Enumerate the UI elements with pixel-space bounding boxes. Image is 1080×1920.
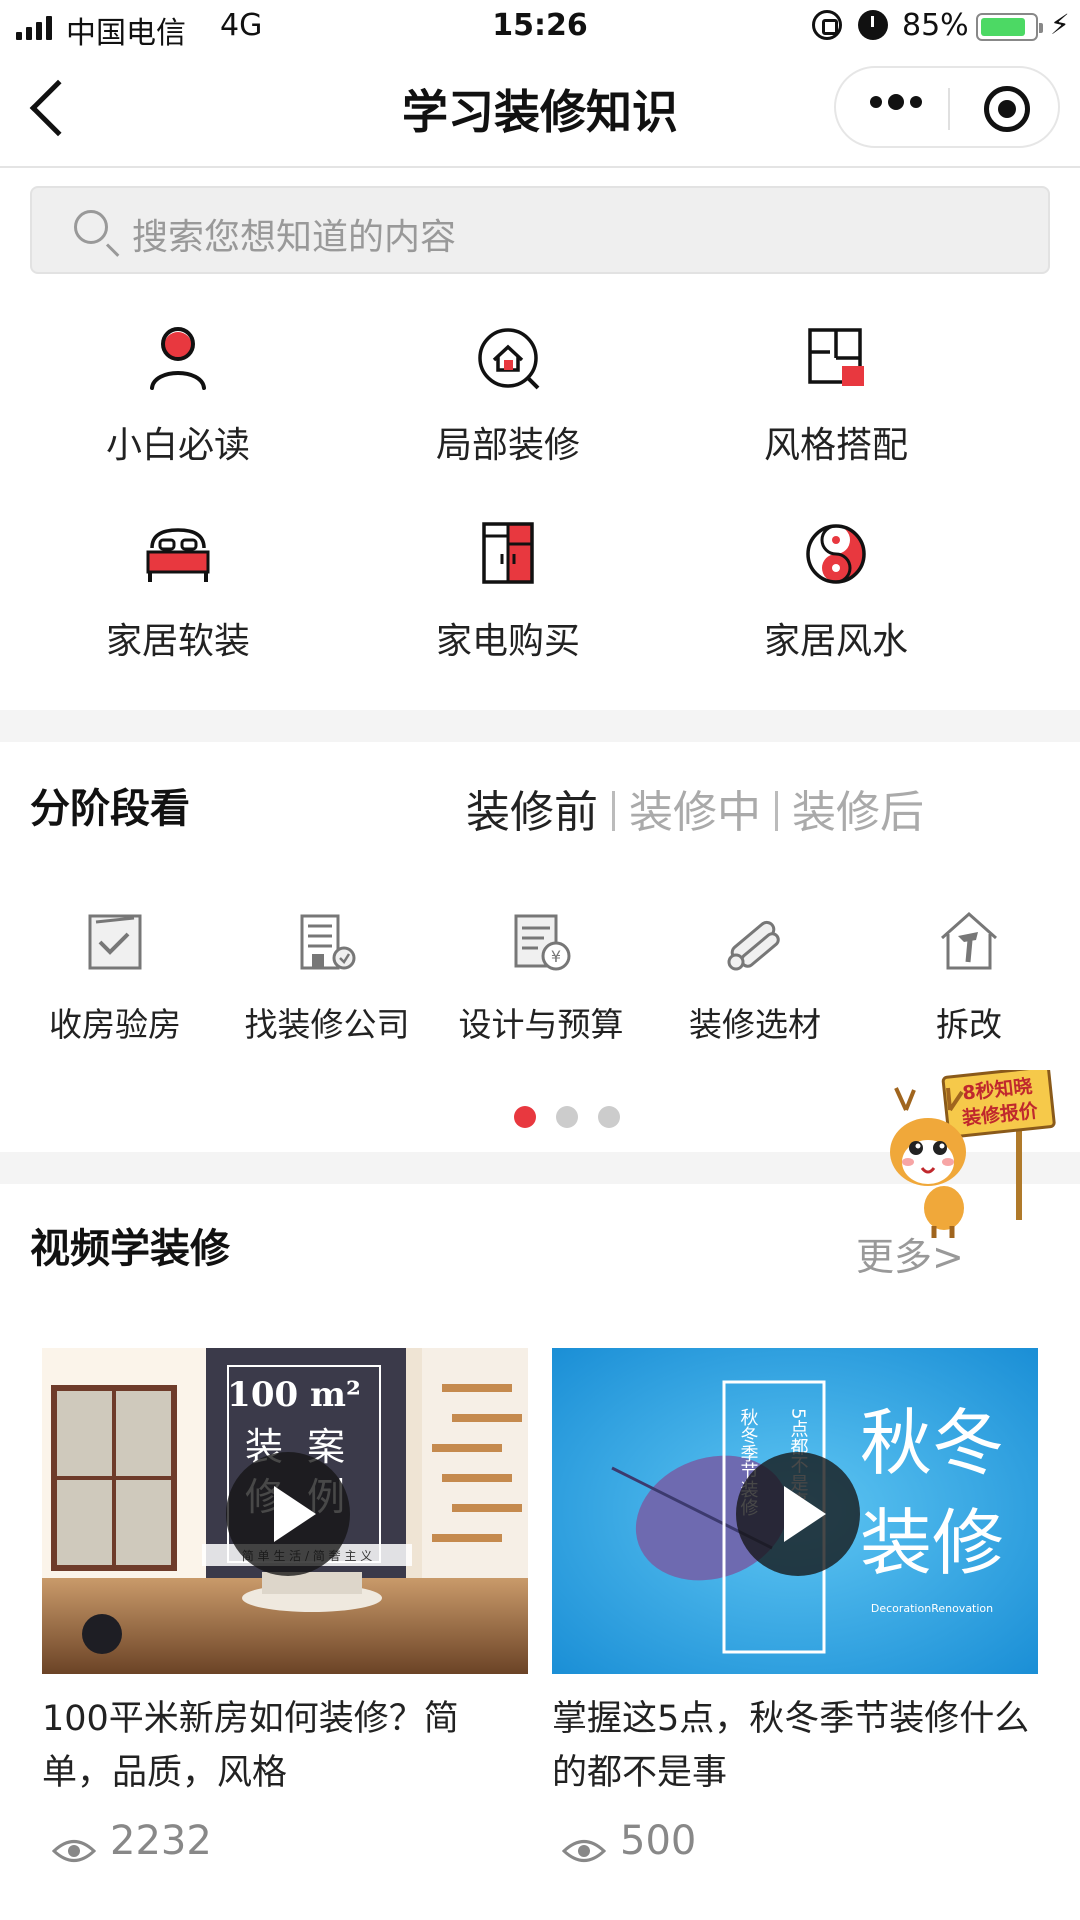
checklist-icon bbox=[80, 906, 150, 976]
stage-item-inspection[interactable]: 收房验房 bbox=[10, 906, 220, 1046]
stage-label: 装修选材 bbox=[689, 1005, 821, 1044]
category-item-appliance[interactable]: 家电购买 bbox=[378, 514, 638, 664]
capsule-divider bbox=[948, 88, 950, 130]
video-title[interactable]: 100平米新房如何装修？简单，品质，风格 bbox=[42, 1692, 528, 1800]
more-icon[interactable] bbox=[870, 94, 922, 110]
video-card[interactable]: 秋冬季节装修 5点都不是事 秋冬 装修 DecorationRenovation… bbox=[552, 1348, 1038, 1864]
category-label: 家居软装 bbox=[105, 621, 250, 662]
stage-label: 设计与预算 bbox=[458, 1005, 624, 1044]
carousel-dot[interactable] bbox=[556, 1106, 578, 1128]
carousel-dot-active[interactable] bbox=[514, 1106, 536, 1128]
eye-icon bbox=[51, 1828, 97, 1862]
videos-more-link[interactable]: 更多> bbox=[856, 1226, 964, 1281]
video-thumbnail[interactable]: 秋冬季节装修 5点都不是事 秋冬 装修 DecorationRenovation bbox=[552, 1348, 1038, 1674]
section-divider bbox=[0, 710, 1080, 742]
search-placeholder: 搜索您想知道的内容 bbox=[132, 217, 457, 258]
thumb-caption: DecorationRenovation bbox=[871, 1602, 993, 1615]
stage-label: 找装修公司 bbox=[244, 1005, 410, 1044]
thumb-text-big2: 装修 bbox=[860, 1501, 1004, 1585]
category-label: 风格搭配 bbox=[763, 425, 908, 466]
view-count-value: 500 bbox=[620, 1818, 697, 1864]
yinyang-icon bbox=[796, 514, 876, 594]
stage-item-materials[interactable]: 装修选材 bbox=[650, 906, 860, 1046]
view-count-value: 2232 bbox=[110, 1818, 212, 1864]
stage-label: 收房验房 bbox=[49, 1005, 181, 1044]
house-icon bbox=[468, 318, 548, 398]
view-count: 500 bbox=[552, 1818, 1038, 1864]
bed-icon bbox=[138, 514, 218, 594]
category-item-fengshui[interactable]: 家居风水 bbox=[706, 514, 966, 664]
materials-icon bbox=[720, 906, 790, 976]
category-item-newbie[interactable]: 小白必读 bbox=[48, 318, 308, 468]
mini-program-capsule bbox=[834, 66, 1060, 148]
search-icon bbox=[74, 210, 108, 244]
stages-title: 分阶段看 bbox=[30, 786, 190, 832]
demolish-icon bbox=[934, 906, 1004, 976]
stage-item-budget[interactable]: ¥ 设计与预算 bbox=[436, 906, 646, 1046]
stage-item-company[interactable]: 找装修公司 bbox=[222, 906, 432, 1046]
category-item-partial[interactable]: 局部装修 bbox=[378, 318, 638, 468]
tab-divider bbox=[612, 791, 615, 831]
user-icon bbox=[138, 318, 218, 398]
alarm-icon bbox=[858, 10, 888, 40]
play-icon[interactable] bbox=[226, 1452, 350, 1576]
thumb-text-area: 100 m² bbox=[227, 1375, 361, 1415]
category-label: 家电购买 bbox=[435, 621, 580, 662]
category-label: 小白必读 bbox=[105, 425, 250, 466]
company-icon bbox=[292, 906, 362, 976]
stage-item-demolish[interactable]: 拆改 bbox=[864, 906, 1074, 1046]
fridge-icon bbox=[468, 514, 548, 594]
floorplan-icon bbox=[796, 318, 876, 398]
carousel-dot[interactable] bbox=[598, 1106, 620, 1128]
video-title[interactable]: 掌握这5点，秋冬季节装修什么的都不是事 bbox=[552, 1692, 1038, 1800]
tab-after[interactable]: 装修后 bbox=[792, 787, 924, 838]
category-label: 家居风水 bbox=[763, 621, 908, 662]
target-icon[interactable] bbox=[984, 86, 1030, 132]
tab-before[interactable]: 装修前 bbox=[466, 787, 598, 838]
play-icon[interactable] bbox=[736, 1452, 860, 1576]
tab-divider bbox=[775, 791, 778, 831]
rotation-lock-icon bbox=[812, 10, 842, 40]
stage-label: 拆改 bbox=[936, 1005, 1002, 1044]
thumb-text-big1: 秋冬 bbox=[860, 1401, 1004, 1485]
carousel-indicator bbox=[514, 1106, 620, 1128]
category-item-style[interactable]: 风格搭配 bbox=[706, 318, 966, 468]
eye-icon bbox=[561, 1828, 607, 1862]
view-count: 2232 bbox=[42, 1818, 528, 1864]
stage-tabs: 装修前 装修中 装修后 bbox=[466, 776, 924, 840]
status-bar: 中国电信 4G 15:26 85% ⚡ bbox=[0, 0, 1080, 56]
video-thumbnail[interactable]: 100 m² 装 案 修 例 简 单 生 活 / 简 奢 主 义 bbox=[42, 1348, 528, 1674]
category-item-softdecor[interactable]: 家居软装 bbox=[48, 514, 308, 664]
tab-during[interactable]: 装修中 bbox=[629, 787, 761, 838]
quote-mascot-button[interactable]: 8秒知晓 装修报价 bbox=[888, 1065, 1058, 1240]
budget-icon: ¥ bbox=[506, 906, 576, 976]
nav-bar: 学习装修知识 bbox=[0, 56, 1080, 168]
battery-percent: 85% bbox=[902, 8, 969, 43]
charging-icon: ⚡ bbox=[1050, 8, 1070, 41]
svg-text:¥: ¥ bbox=[551, 947, 561, 966]
category-label: 局部装修 bbox=[435, 425, 580, 466]
battery-icon bbox=[976, 13, 1043, 41]
video-card[interactable]: 100 m² 装 案 修 例 简 单 生 活 / 简 奢 主 义 100平米新房… bbox=[42, 1348, 528, 1864]
videos-title: 视频学装修 bbox=[30, 1226, 230, 1272]
search-input[interactable]: 搜索您想知道的内容 bbox=[30, 186, 1050, 274]
